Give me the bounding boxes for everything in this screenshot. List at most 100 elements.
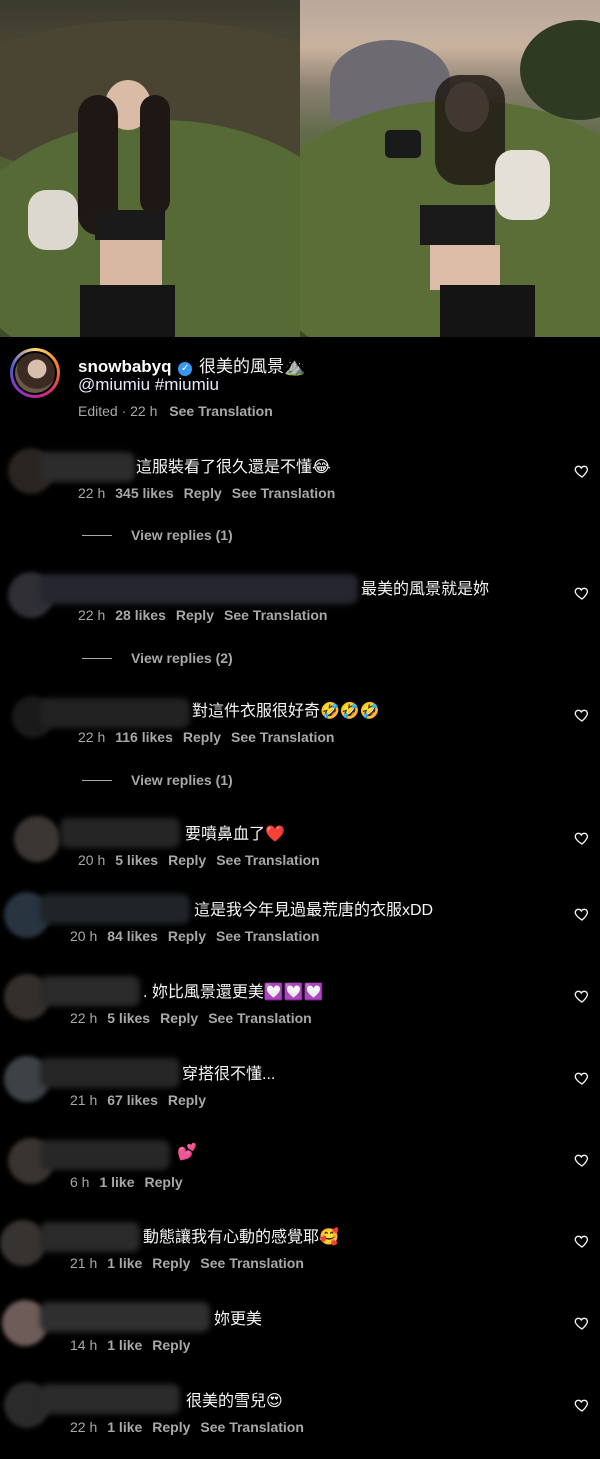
comment-time: 22 h <box>70 1010 98 1026</box>
comment-meta: 22 h 1 like Reply See Translation <box>70 1419 314 1435</box>
comment-see-translation[interactable]: See Translation <box>232 485 335 501</box>
comment-text: 很美的雪兒😍 <box>186 1393 283 1410</box>
commenter-username-blurred[interactable] <box>40 1140 170 1170</box>
comment-reply-button[interactable]: Reply <box>184 485 222 501</box>
like-heart-icon[interactable] <box>574 906 590 922</box>
comment-text: 妳更美 <box>214 1311 263 1328</box>
like-heart-icon[interactable] <box>574 1070 590 1086</box>
comment-meta: 6 h 1 like Reply <box>70 1174 193 1190</box>
comment-meta: 20 h 5 likes Reply See Translation <box>78 852 330 868</box>
post-photo-right[interactable] <box>300 0 600 337</box>
commenter-avatar[interactable] <box>14 816 60 862</box>
comment-see-translation[interactable]: See Translation <box>216 928 319 944</box>
comment-meta: 22 h 28 likes Reply See Translation <box>78 607 337 623</box>
comment-time: 20 h <box>70 928 98 944</box>
comment-see-translation[interactable]: See Translation <box>200 1419 303 1435</box>
comment-time: 21 h <box>70 1255 98 1271</box>
commenter-username-blurred[interactable] <box>40 1384 180 1414</box>
replies-divider <box>82 658 112 659</box>
commenter-username-blurred[interactable] <box>60 818 180 848</box>
view-replies-label[interactable]: View replies (1) <box>131 527 233 543</box>
comment-likes[interactable]: 1 like <box>107 1337 142 1353</box>
like-heart-icon[interactable] <box>574 1233 590 1249</box>
commenter-username-blurred[interactable] <box>40 574 358 604</box>
like-heart-icon[interactable] <box>574 988 590 1004</box>
post-photo-left[interactable] <box>0 0 300 337</box>
view-replies-button[interactable]: View replies (1) <box>82 772 233 788</box>
comment-see-translation[interactable]: See Translation <box>208 1010 311 1026</box>
comment-time: 22 h <box>78 485 106 501</box>
author-avatar[interactable] <box>10 348 60 398</box>
comment-likes[interactable]: 84 likes <box>107 928 158 944</box>
comment-likes[interactable]: 1 like <box>107 1419 142 1435</box>
comment-reply-button[interactable]: Reply <box>160 1010 198 1026</box>
comment-time: 21 h <box>70 1092 98 1108</box>
comment-see-translation[interactable]: See Translation <box>200 1255 303 1271</box>
comment-likes[interactable]: 116 likes <box>115 729 173 745</box>
view-replies-label[interactable]: View replies (2) <box>131 650 233 666</box>
comment-meta: 22 h 116 likes Reply See Translation <box>78 729 344 745</box>
comment-meta: 22 h 5 likes Reply See Translation <box>70 1010 322 1026</box>
caption-mentions[interactable]: @miumiu #miumiu <box>78 375 219 395</box>
comment-time: 14 h <box>70 1337 98 1353</box>
like-heart-icon[interactable] <box>574 830 590 846</box>
comment-reply-button[interactable]: Reply <box>176 607 214 623</box>
comment-meta: 21 h 67 likes Reply <box>70 1092 216 1108</box>
caption-see-translation[interactable]: See Translation <box>169 403 272 419</box>
comment-text: 這是我今年見過最荒唐的衣服xDD <box>194 902 434 919</box>
comment-text: 這服裝看了很久還是不懂😂 <box>136 459 331 476</box>
comment-text: 💕 <box>177 1144 197 1161</box>
comment-reply-button[interactable]: Reply <box>168 928 206 944</box>
comment-reply-button[interactable]: Reply <box>183 729 221 745</box>
commenter-username-blurred[interactable] <box>40 452 135 482</box>
like-heart-icon[interactable] <box>574 707 590 723</box>
view-replies-label[interactable]: View replies (1) <box>131 772 233 788</box>
comment-reply-button[interactable]: Reply <box>152 1255 190 1271</box>
comment-meta: 22 h 345 likes Reply See Translation <box>78 485 345 501</box>
like-heart-icon[interactable] <box>574 1315 590 1331</box>
comment-text: 穿搭很不懂... <box>182 1066 276 1083</box>
comment-time: 22 h <box>78 607 106 623</box>
commenter-username-blurred[interactable] <box>40 1302 210 1332</box>
comment-likes[interactable]: 1 like <box>99 1174 134 1190</box>
comment-likes[interactable]: 5 likes <box>107 1010 150 1026</box>
comment-text: 最美的風景就是妳 <box>361 581 490 598</box>
commenter-username-blurred[interactable] <box>40 698 190 728</box>
comment-time: 20 h <box>78 852 106 868</box>
comment-see-translation[interactable]: See Translation <box>224 607 327 623</box>
comment-likes[interactable]: 67 likes <box>107 1092 158 1108</box>
view-replies-button[interactable]: View replies (1) <box>82 527 233 543</box>
replies-divider <box>82 780 112 781</box>
like-heart-icon[interactable] <box>574 585 590 601</box>
view-replies-button[interactable]: View replies (2) <box>82 650 233 666</box>
comment-reply-button[interactable]: Reply <box>152 1337 190 1353</box>
comment-likes[interactable]: 28 likes <box>115 607 166 623</box>
author-username[interactable]: snowbabyq <box>78 357 172 376</box>
comment-reply-button[interactable]: Reply <box>168 1092 206 1108</box>
replies-divider <box>82 535 112 536</box>
comment-likes[interactable]: 1 like <box>107 1255 142 1271</box>
comment-reply-button[interactable]: Reply <box>145 1174 183 1190</box>
comment-time: 6 h <box>70 1174 90 1190</box>
verified-badge-icon: ✓ <box>178 362 193 376</box>
post-media[interactable] <box>0 0 600 337</box>
comment-likes[interactable]: 5 likes <box>115 852 158 868</box>
comment-text: 動態讓我有心動的感覺耶🥰 <box>143 1229 339 1246</box>
like-heart-icon[interactable] <box>574 1397 590 1413</box>
comment-see-translation[interactable]: See Translation <box>231 729 334 745</box>
like-heart-icon[interactable] <box>574 463 590 479</box>
comment-likes[interactable]: 345 likes <box>115 485 173 501</box>
commenter-username-blurred[interactable] <box>40 894 190 924</box>
commenter-username-blurred[interactable] <box>40 976 140 1006</box>
comment-see-translation[interactable]: See Translation <box>216 852 319 868</box>
commenter-username-blurred[interactable] <box>40 1058 180 1088</box>
comment-reply-button[interactable]: Reply <box>152 1419 190 1435</box>
commenter-username-blurred[interactable] <box>40 1222 140 1252</box>
comment-reply-button[interactable]: Reply <box>168 852 206 868</box>
like-heart-icon[interactable] <box>574 1152 590 1168</box>
comment-text: 對這件衣服很好奇🤣🤣🤣 <box>192 703 380 720</box>
comment-time: 22 h <box>70 1419 98 1435</box>
caption-text: 很美的風景⛰️ <box>198 357 306 376</box>
comment-time: 22 h <box>78 729 106 745</box>
comment-meta: 21 h 1 like Reply See Translation <box>70 1255 314 1271</box>
